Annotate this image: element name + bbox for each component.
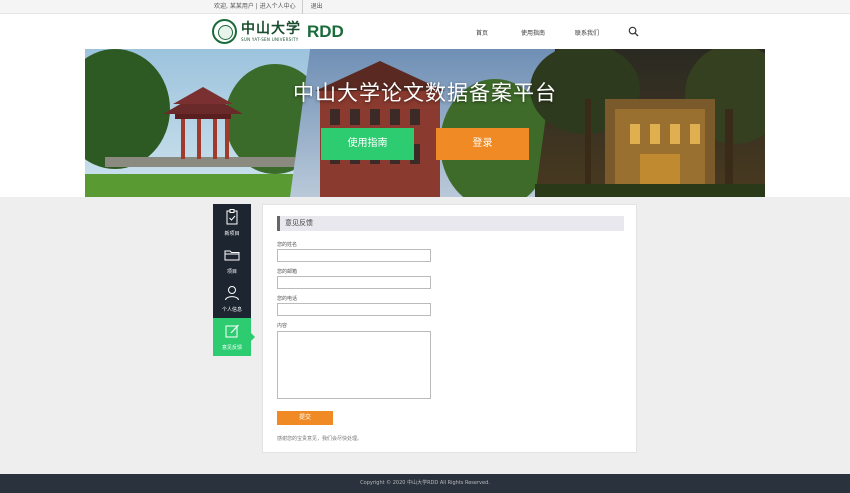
submit-button[interactable]: 提交: [277, 411, 333, 425]
content-textarea[interactable]: [277, 331, 431, 399]
hero-banner: 中山大学论文数据备案平台 使用指南 登录: [85, 49, 765, 197]
email-field[interactable]: [277, 276, 431, 289]
logo-english: SUN YAT-SEN UNIVERSITY: [241, 36, 299, 42]
clipboard-icon: [226, 209, 238, 225]
side-item-label: 新项目: [224, 231, 240, 237]
name-field[interactable]: [277, 249, 431, 262]
side-item-projects[interactable]: 项目: [213, 242, 251, 280]
site-header: 中山大学 SUN YAT-SEN UNIVERSITY RDD 首页 使用指南 …: [0, 14, 850, 49]
side-item-feedback[interactable]: 意见反馈: [213, 318, 255, 356]
side-item-profile[interactable]: 个人信息: [213, 280, 251, 318]
site-footer: Copyright © 2020 中山大学RDD All Rights Rese…: [0, 474, 850, 493]
copyright-text: Copyright © 2020 中山大学RDD All Rights Rese…: [360, 480, 490, 486]
campus-scenery-image: [85, 49, 765, 197]
folder-icon: [224, 250, 240, 261]
nav-contact[interactable]: 联系我们: [575, 28, 599, 37]
edit-icon: [225, 324, 239, 338]
university-seal-icon: [212, 19, 237, 44]
side-item-new-project[interactable]: 新项目: [213, 204, 251, 242]
side-item-label: 个人信息: [221, 307, 242, 313]
email-label: 您的邮箱: [277, 269, 298, 275]
search-icon[interactable]: [628, 26, 639, 37]
panel-title: 意见反馈: [277, 216, 624, 231]
logout-link[interactable]: 退出: [301, 0, 323, 14]
feedback-panel: 意见反馈 您的姓名 您的邮箱 您的电话 内容 提交 感谢您的宝贵意见，我们会尽快…: [262, 204, 637, 453]
top-bar: 欢迎, 某某用户 | 进入个人中心 退出: [0, 0, 850, 14]
banner-title: 中山大学论文数据备案平台: [293, 81, 557, 105]
site-logo[interactable]: 中山大学 SUN YAT-SEN UNIVERSITY RDD: [212, 18, 344, 45]
guide-button[interactable]: 使用指南: [321, 128, 414, 160]
content-label: 内容: [277, 323, 288, 329]
form-hint: 感谢您的宝贵意见，我们会尽快处理。: [277, 436, 363, 442]
user-icon: [225, 286, 239, 301]
phone-field[interactable]: [277, 303, 431, 316]
welcome-text[interactable]: 欢迎, 某某用户 | 进入个人中心: [214, 0, 296, 14]
top-bar-links: 欢迎, 某某用户 | 进入个人中心 退出: [214, 0, 323, 14]
side-item-label: 项目: [226, 269, 237, 275]
side-item-label: 意见反馈: [221, 345, 242, 351]
logo-rdd: RDD: [307, 21, 344, 41]
login-button[interactable]: 登录: [436, 128, 529, 160]
nav-home[interactable]: 首页: [476, 28, 488, 37]
side-nav: 新项目 项目 个人信息 意见反馈: [213, 204, 255, 356]
phone-label: 您的电话: [277, 296, 298, 302]
logo-chinese: 中山大学: [241, 20, 301, 37]
logo-text: 中山大学 SUN YAT-SEN UNIVERSITY: [241, 22, 301, 42]
name-label: 您的姓名: [277, 242, 298, 248]
nav-guide[interactable]: 使用指南: [521, 28, 545, 37]
